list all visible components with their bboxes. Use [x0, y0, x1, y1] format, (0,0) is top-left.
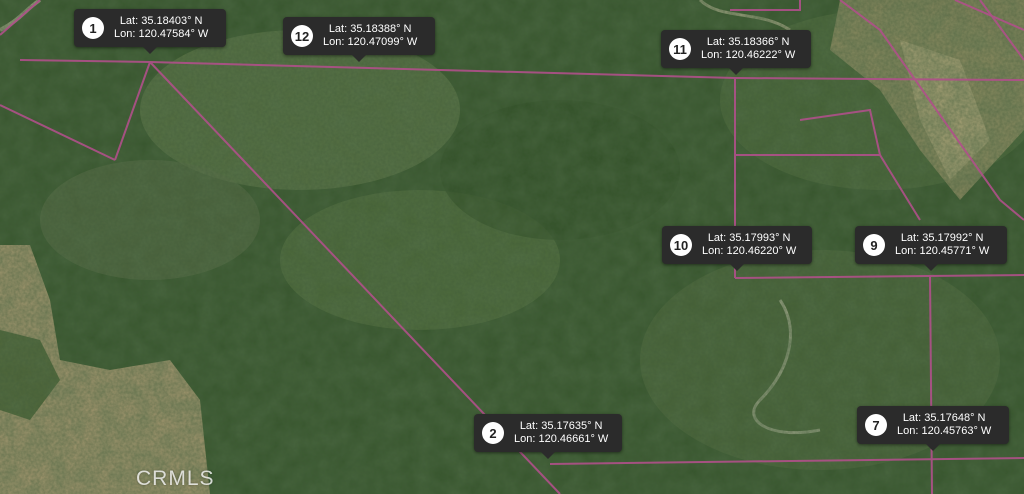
marker-longitude: Lon: 120.46220° W — [702, 245, 797, 257]
marker-coordinates: Lat: 35.17992° N Lon: 120.45771° W — [895, 232, 989, 258]
marker-coordinates: Lat: 35.17993° N Lon: 120.46220° W — [702, 232, 796, 258]
marker-longitude: Lon: 120.45763° W — [897, 425, 992, 437]
marker-number-badge: 11 — [669, 38, 691, 60]
marker-callout[interactable]: 12 Lat: 35.18388° N Lon: 120.47099° W — [283, 17, 435, 62]
marker-latitude: Lat: 35.18388° N — [328, 23, 412, 35]
watermark: CRMLS — [136, 467, 215, 490]
marker-callout[interactable]: 1 Lat: 35.18403° N Lon: 120.47584° W — [74, 9, 226, 54]
marker-number-badge: 7 — [865, 414, 887, 436]
marker-coordinates: Lat: 35.18403° N Lon: 120.47584° W — [114, 15, 208, 41]
marker-latitude: Lat: 35.18403° N — [119, 15, 203, 27]
marker-number-badge: 12 — [291, 25, 313, 47]
marker-number-badge: 1 — [82, 17, 104, 39]
marker-latitude: Lat: 35.18366° N — [706, 36, 790, 48]
marker-callout[interactable]: 10 Lat: 35.17993° N Lon: 120.46220° W — [662, 226, 812, 271]
marker-callout[interactable]: 7 Lat: 35.17648° N Lon: 120.45763° W — [857, 406, 1009, 451]
marker-longitude: Lon: 120.46661° W — [514, 433, 609, 445]
marker-latitude: Lat: 35.17992° N — [900, 232, 984, 244]
marker-number-badge: 10 — [670, 234, 692, 256]
marker-coordinates: Lat: 35.17648° N Lon: 120.45763° W — [897, 412, 991, 438]
marker-number-badge: 9 — [863, 234, 885, 256]
marker-number-badge: 2 — [482, 422, 504, 444]
marker-callout[interactable]: 11 Lat: 35.18366° N Lon: 120.46222° W — [661, 30, 811, 75]
marker-longitude: Lon: 120.47584° W — [114, 28, 209, 40]
satellite-map[interactable]: 1 Lat: 35.18403° N Lon: 120.47584° W 12 … — [0, 0, 1024, 494]
marker-coordinates: Lat: 35.18366° N Lon: 120.46222° W — [701, 36, 795, 62]
marker-longitude: Lon: 120.45771° W — [895, 245, 990, 257]
marker-coordinates: Lat: 35.18388° N Lon: 120.47099° W — [323, 23, 417, 49]
marker-callout[interactable]: 9 Lat: 35.17992° N Lon: 120.45771° W — [855, 226, 1007, 271]
marker-latitude: Lat: 35.17635° N — [519, 420, 603, 432]
marker-longitude: Lon: 120.47099° W — [323, 36, 418, 48]
marker-latitude: Lat: 35.17993° N — [707, 232, 791, 244]
marker-callout[interactable]: 2 Lat: 35.17635° N Lon: 120.46661° W — [474, 414, 622, 459]
marker-latitude: Lat: 35.17648° N — [902, 412, 986, 424]
marker-longitude: Lon: 120.46222° W — [701, 49, 796, 61]
marker-coordinates: Lat: 35.17635° N Lon: 120.46661° W — [514, 420, 608, 446]
